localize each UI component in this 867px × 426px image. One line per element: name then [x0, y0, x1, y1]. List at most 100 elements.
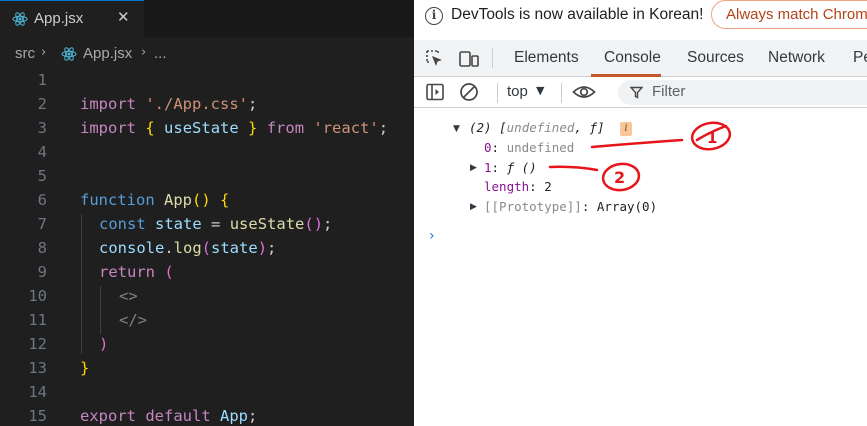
editor-tab-label: App.jsx	[34, 10, 84, 27]
line-number: 10	[28, 287, 47, 305]
code-line[interactable]: 13}	[0, 356, 414, 380]
code-token: )	[257, 239, 268, 257]
code-text: const state = useState();	[99, 212, 332, 236]
line-number: 5	[37, 167, 47, 185]
line-number: 3	[37, 119, 47, 137]
code-text: import { useState } from 'react';	[80, 116, 388, 140]
code-token: .	[164, 239, 174, 257]
code-text: return (	[99, 260, 174, 284]
code-line[interactable]: 4	[0, 140, 414, 164]
code-token: from	[266, 119, 305, 137]
code-token: ;	[323, 215, 333, 233]
code-token: App	[164, 191, 192, 209]
annotation-underline-1	[590, 138, 684, 149]
breadcrumb-more[interactable]: ...	[154, 45, 167, 62]
code-token: (	[164, 263, 174, 281]
code-token: default	[145, 407, 211, 425]
code-token: log	[173, 239, 202, 257]
code-line[interactable]: 12)	[0, 332, 414, 356]
close-icon[interactable]: ✕	[117, 8, 130, 26]
code-line[interactable]: 2 import './App.css';	[0, 92, 414, 116]
code-line[interactable]: 5	[0, 164, 414, 188]
code-editor: App.jsx ✕ src › App.jsx › ... 1 2 import '…	[0, 0, 414, 426]
code-line[interactable]: 10 <>	[0, 284, 414, 308]
line-number: 14	[28, 383, 47, 401]
code-token: 'react'	[313, 119, 379, 137]
annotation-circle-1: 1	[690, 121, 732, 151]
code-token: {	[145, 119, 155, 137]
code-line[interactable]: 7 const state = useState();	[0, 212, 414, 236]
code-text: function App() {	[80, 188, 229, 212]
code-token: ;	[267, 239, 277, 257]
code-token: </>	[119, 311, 147, 329]
code-token: }	[248, 119, 258, 137]
code-token: return	[99, 263, 155, 281]
code-token: (	[201, 239, 212, 257]
line-number: 15	[28, 407, 47, 425]
breadcrumb: src › App.jsx › ...	[0, 37, 414, 67]
line-number: 11	[28, 311, 47, 329]
code-text: )	[99, 332, 108, 356]
line-number: 2	[37, 95, 47, 113]
code-line[interactable]: 9 return (	[0, 260, 414, 284]
code-line[interactable]: 11 </>	[0, 308, 414, 332]
code-text: </>	[119, 308, 147, 332]
chevron-right-icon: ›	[41, 45, 47, 60]
code-token: state	[155, 215, 202, 233]
line-number: 9	[37, 263, 47, 281]
code-line[interactable]: 14	[0, 380, 414, 404]
line-number: 1	[37, 71, 47, 89]
react-icon	[12, 11, 28, 27]
code-token: ;	[248, 95, 258, 113]
code-text: <>	[119, 284, 138, 308]
code-text: }	[80, 356, 89, 380]
line-number: 8	[37, 239, 47, 257]
code-token: function	[80, 191, 155, 209]
code-token: ()	[304, 215, 324, 233]
line-number: 13	[28, 359, 47, 377]
code-line[interactable]: 3 import { useState } from 'react';	[0, 116, 414, 140]
code-token: App	[220, 407, 249, 425]
code-line[interactable]: 1	[0, 68, 414, 92]
editor-tab-app-jsx[interactable]: App.jsx ✕	[0, 0, 144, 37]
code-area[interactable]: 1 2 import './App.css'; 3 import { useState …	[0, 67, 414, 426]
line-number: 4	[37, 143, 47, 161]
code-token: import	[80, 95, 136, 113]
code-token: ;	[378, 119, 389, 137]
breadcrumb-file[interactable]: App.jsx	[83, 45, 132, 62]
code-token: =	[211, 215, 221, 233]
code-line[interactable]: 6 function App() {	[0, 188, 414, 212]
code-token: ;	[248, 407, 258, 425]
code-line[interactable]: 8 console.log(state);	[0, 236, 414, 260]
code-token: import	[80, 119, 136, 137]
annotation-label-1: 1	[707, 129, 717, 147]
code-token: console	[99, 239, 165, 257]
code-text: export default App;	[80, 404, 257, 426]
code-line[interactable]: 15 export default App;	[0, 404, 414, 426]
code-token: ()	[192, 191, 211, 209]
code-text: import './App.css';	[80, 92, 257, 116]
react-icon	[61, 46, 77, 62]
code-token: export	[80, 407, 136, 425]
editor-tab-bar: App.jsx ✕	[0, 0, 414, 37]
breadcrumb-folder[interactable]: src	[15, 45, 35, 62]
code-token: './App.css'	[145, 95, 248, 113]
code-token: )	[99, 335, 109, 353]
line-number: 6	[37, 191, 47, 209]
annotation-label-2: 2	[614, 168, 625, 187]
line-number: 7	[37, 215, 47, 233]
code-token: state	[211, 239, 258, 257]
code-token: useState	[229, 215, 305, 233]
